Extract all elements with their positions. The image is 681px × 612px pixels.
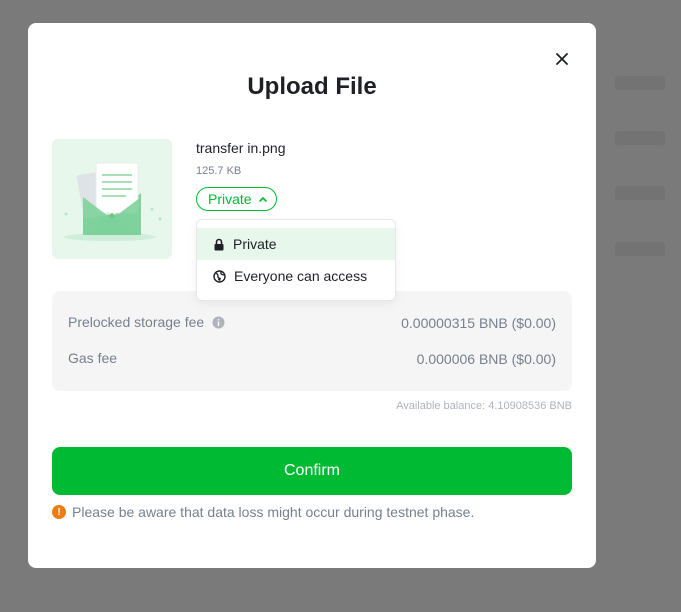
dropdown-option-label: Everyone can access [234,268,368,284]
background-item [615,242,665,256]
gas-fee-label: Gas fee [68,350,118,366]
upload-file-modal: Upload File transfer in.png 125.7 KB Pri… [28,23,596,568]
access-current-label: Private [208,191,252,207]
file-size: 125.7 KB [196,165,242,177]
prelocked-fee-row: Prelocked storage fee [68,314,225,330]
gas-fee-value: 0.000006 BNB ($0.00) [416,351,556,367]
dropdown-option-label: Private [233,236,277,252]
access-select-button[interactable]: Private [196,187,277,211]
lock-icon [214,238,224,250]
gas-fee-row: Gas fee [68,350,117,366]
dropdown-option-everyone[interactable]: Everyone can access [197,260,395,292]
access-dropdown: Private Everyone can access [196,219,396,301]
fee-summary: Prelocked storage fee 0.00000315 BNB ($0… [52,291,572,391]
warning-icon: ! [52,505,66,519]
warning-text: Please be aware that data loss might occ… [72,504,475,520]
chevron-up-icon [258,197,267,202]
file-name: transfer in.png [196,140,286,156]
background-item [615,186,665,200]
info-icon[interactable] [212,316,225,329]
background-item [615,131,665,145]
prelocked-fee-label: Prelocked storage fee [68,314,205,330]
file-thumbnail [52,139,172,259]
close-button[interactable] [552,49,572,69]
prelocked-fee-value: 0.00000315 BNB ($0.00) [401,315,556,331]
testnet-warning: ! Please be aware that data loss might o… [52,504,474,520]
available-balance: Available balance: 4.10908536 BNB [396,400,572,412]
modal-title: Upload File [247,73,377,100]
dropdown-option-private[interactable]: Private [197,228,395,260]
globe-icon [213,269,226,283]
background-item [615,76,665,90]
close-icon [556,53,568,65]
confirm-button[interactable]: Confirm [52,447,572,495]
document-envelope-icon [64,162,162,241]
